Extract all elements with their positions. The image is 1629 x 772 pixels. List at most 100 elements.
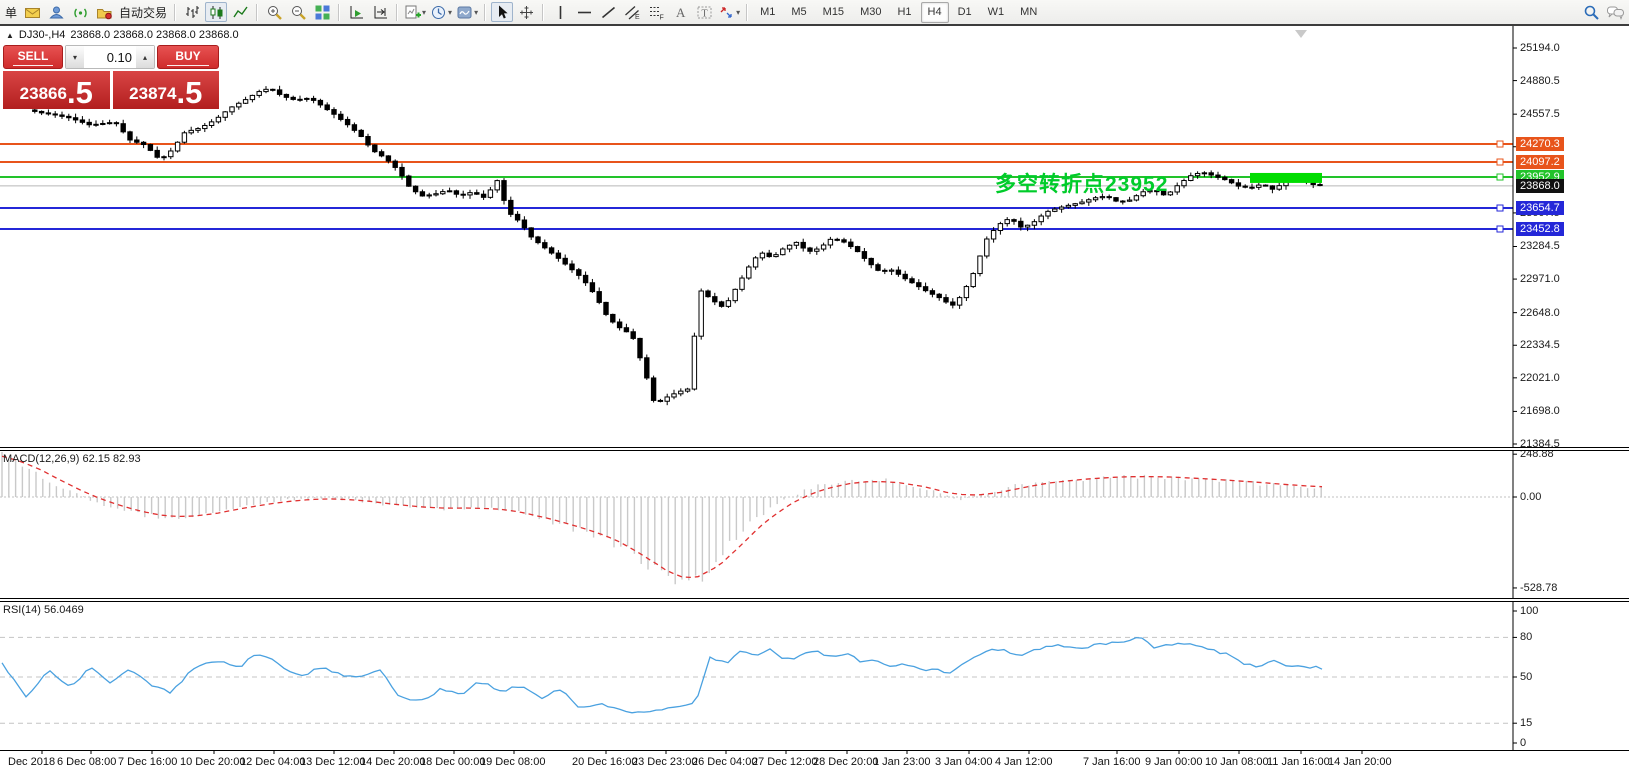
volume-down-button[interactable]: ▾ — [66, 46, 84, 68]
chart-canvas[interactable] — [0, 0, 1629, 772]
signal-icon[interactable] — [69, 2, 91, 22]
timeframe-w1-button[interactable]: W1 — [981, 2, 1012, 23]
text-icon[interactable]: A — [669, 2, 691, 22]
price-line-badge: 23868.0 — [1516, 179, 1564, 193]
rsi-tick-label: 80 — [1520, 631, 1532, 643]
macd-label: MACD(12,26,9) 62.15 82.93 — [3, 453, 141, 465]
price-line-badge: 23452.8 — [1516, 222, 1564, 236]
pane-splitter-macd[interactable] — [0, 447, 1629, 451]
price-tick-label: 22021.0 — [1520, 372, 1560, 384]
price-line-badge: 24270.3 — [1516, 137, 1564, 151]
search-icon[interactable] — [1580, 2, 1602, 22]
time-tick-label: 23 Dec 23:00 — [632, 756, 697, 768]
sell-button[interactable]: SELL — [3, 45, 63, 69]
hline-handle[interactable] — [1497, 226, 1503, 232]
volume-field[interactable]: 0.10 — [84, 46, 136, 68]
buy-price-main: 23874 — [129, 84, 176, 104]
zoom-out-icon[interactable] — [287, 2, 309, 22]
trendline-icon[interactable] — [597, 2, 619, 22]
tile-windows-icon[interactable] — [311, 2, 333, 22]
rsi-tick-label: 100 — [1520, 605, 1538, 617]
chat-icon[interactable] — [1604, 2, 1626, 22]
buy-underline — [167, 65, 209, 66]
candlesticks — [33, 86, 1323, 405]
price-tick-label: 22334.5 — [1520, 339, 1560, 351]
auto-trading-icon[interactable] — [93, 2, 115, 22]
dropdown-arrow-icon[interactable]: ▾ — [422, 8, 426, 17]
svg-text:E: E — [635, 14, 640, 21]
crosshair-icon[interactable] — [515, 2, 537, 22]
hline-handle[interactable] — [1497, 205, 1503, 211]
pivot-highlight-rect[interactable] — [1250, 173, 1322, 183]
price-tick-label: 22971.0 — [1520, 273, 1560, 285]
hline-handle[interactable] — [1497, 159, 1503, 165]
pane-splitter-rsi[interactable] — [0, 598, 1629, 602]
time-tick-label: 27 Dec 12:00 — [752, 756, 817, 768]
auto-scroll-icon[interactable] — [345, 2, 367, 22]
dropdown-arrow-icon[interactable]: ▾ — [448, 8, 452, 17]
chart-title: ▲ DJ30-,H4 23868.0 23868.0 23868.0 23868… — [6, 29, 239, 41]
svg-text:F: F — [659, 14, 663, 21]
candle-chart-icon[interactable] — [205, 2, 227, 22]
timeframe-m15-button[interactable]: M15 — [816, 2, 851, 23]
ohlc-values: 23868.0 23868.0 23868.0 23868.0 — [70, 29, 238, 41]
timeframe-h4-button[interactable]: H4 — [921, 2, 949, 23]
time-tick-label: 14 Dec 20:00 — [360, 756, 425, 768]
templates-icon[interactable]: ▾ — [455, 2, 479, 22]
bar-chart-icon[interactable] — [181, 2, 203, 22]
time-tick-label: 4 Jan 12:00 — [995, 756, 1053, 768]
profile-icon[interactable] — [45, 2, 67, 22]
svg-text:T: T — [701, 8, 707, 19]
toolbar-separator — [746, 4, 748, 21]
dropdown-arrow-icon[interactable]: ▾ — [736, 8, 740, 17]
volume-stepper: ▾ 0.10 ▴ — [65, 45, 155, 69]
dropdown-arrow-icon[interactable]: ▾ — [474, 8, 478, 17]
equidistant-channel-icon[interactable]: E — [621, 2, 643, 22]
buy-price-frac: .5 — [176, 75, 202, 111]
price-tick-label: 25194.0 — [1520, 42, 1560, 54]
line-chart-icon[interactable] — [229, 2, 251, 22]
pivot-annotation[interactable]: 多空转折点23952 — [995, 168, 1168, 198]
buy-button[interactable]: BUY — [157, 45, 219, 69]
sell-price-main: 23866 — [20, 84, 67, 104]
timeframe-h1-button[interactable]: H1 — [890, 2, 918, 23]
horizontal-line-icon[interactable] — [573, 2, 595, 22]
time-tick-label: 13 Dec 12:00 — [300, 756, 365, 768]
timeframe-m30-button[interactable]: M30 — [853, 2, 888, 23]
time-tick-label: 12 Dec 04:00 — [240, 756, 305, 768]
toolbar: 单自动交易▾▾▾EFAT▾M1M5M15M30H1H4D1W1MN — [0, 0, 1629, 24]
rsi-tick-label: 50 — [1520, 671, 1532, 683]
vertical-line-icon[interactable] — [549, 2, 571, 22]
time-tick-label: Dec 2018 — [8, 756, 55, 768]
hline-handle[interactable] — [1497, 141, 1503, 147]
cursor-icon[interactable] — [491, 2, 513, 22]
auto-trading-label[interactable]: 自动交易 — [116, 4, 170, 21]
symbol-title: DJ30-,H4 — [19, 29, 65, 41]
chart-shift-icon[interactable] — [369, 2, 391, 22]
time-tick-label: 20 Dec 16:00 — [572, 756, 637, 768]
periods-icon[interactable]: ▾ — [429, 2, 453, 22]
time-tick-label: 26 Dec 04:00 — [692, 756, 757, 768]
volume-up-button[interactable]: ▴ — [136, 46, 154, 68]
timeframe-m5-button[interactable]: M5 — [784, 2, 813, 23]
sell-price-box[interactable]: 23866 .5 — [3, 71, 110, 109]
price-line-badge: 24097.2 — [1516, 155, 1564, 169]
text-label-icon[interactable]: T — [693, 2, 715, 22]
mail-icon[interactable] — [21, 2, 43, 22]
timeframe-mn-button[interactable]: MN — [1013, 2, 1044, 23]
new-chart-icon[interactable]: ▾ — [403, 2, 427, 22]
buy-price-box[interactable]: 23874 .5 — [113, 71, 220, 109]
zoom-in-icon[interactable] — [263, 2, 285, 22]
time-tick-label: 7 Dec 16:00 — [118, 756, 177, 768]
time-axis-border — [0, 750, 1629, 751]
timeframe-d1-button[interactable]: D1 — [951, 2, 979, 23]
time-tick-label: 10 Dec 20:00 — [180, 756, 245, 768]
toolbar-separator — [396, 4, 398, 21]
collapse-triangle-icon[interactable]: ▲ — [6, 31, 14, 40]
fibonacci-icon[interactable]: F — [645, 2, 667, 22]
time-tick-label: 9 Jan 00:00 — [1145, 756, 1203, 768]
hline-handle[interactable] — [1497, 174, 1503, 180]
arrows-icon[interactable]: ▾ — [717, 2, 741, 22]
chart-scroll-icon[interactable] — [1295, 30, 1307, 38]
timeframe-m1-button[interactable]: M1 — [753, 2, 782, 23]
